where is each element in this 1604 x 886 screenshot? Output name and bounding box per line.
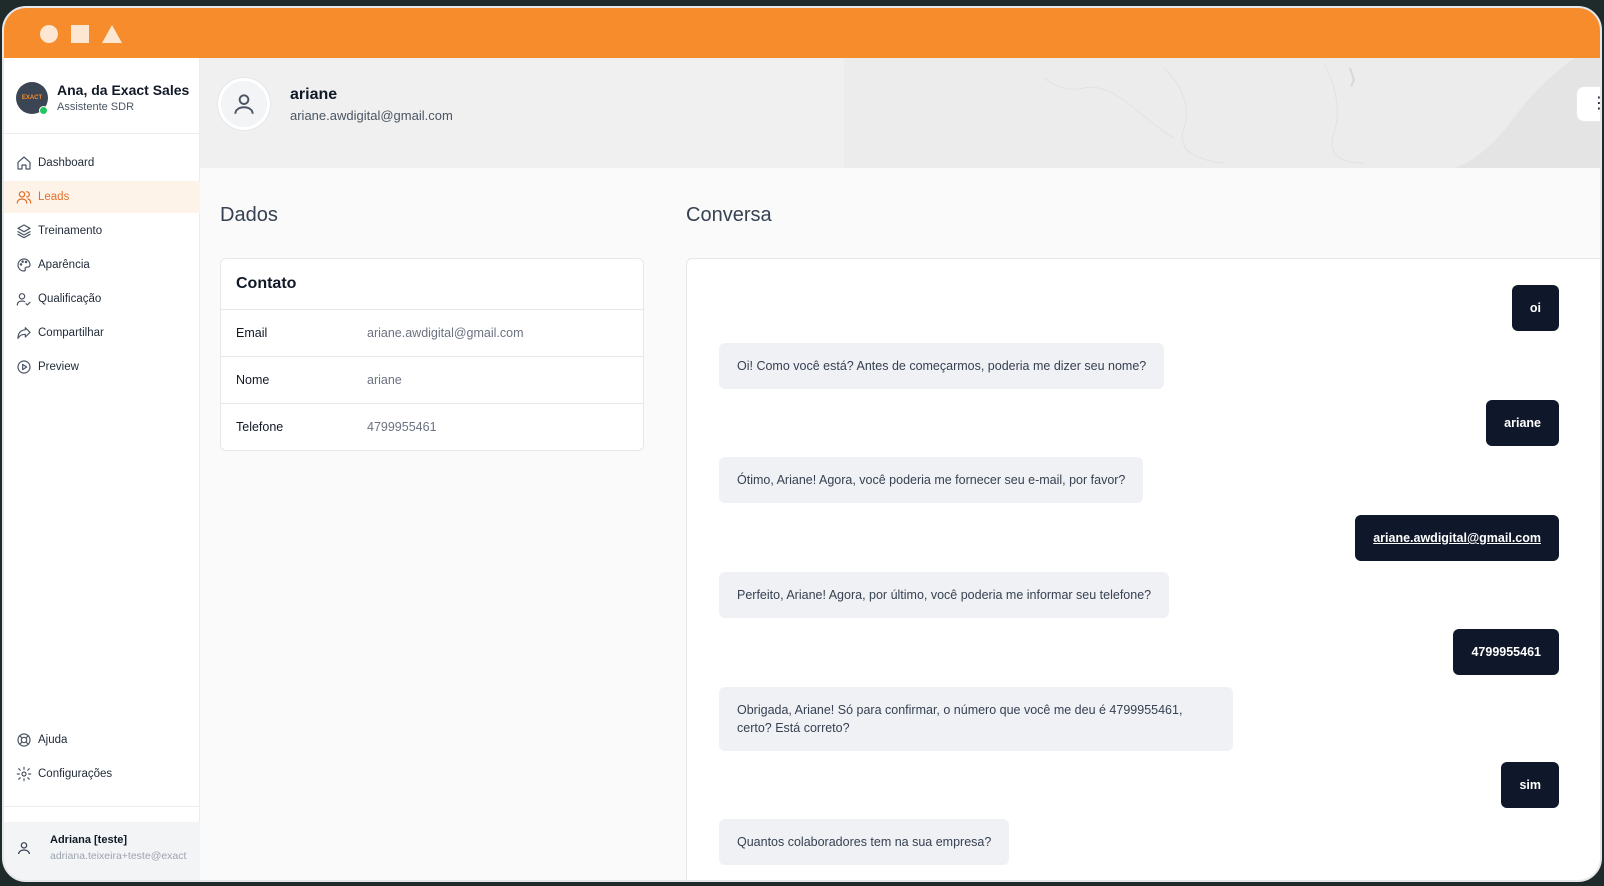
user-message-email-link[interactable]: ariane.awdigital@gmail.com <box>1355 515 1559 561</box>
app-window: EXACT Ana, da Exact Sales Assistente SDR… <box>2 6 1602 882</box>
contact-card: Contato Email ariane.awdigital@gmail.com… <box>220 258 644 451</box>
lead-avatar <box>218 78 270 130</box>
bot-message: Perfeito, Ariane! Agora, por último, voc… <box>719 572 1170 618</box>
user-message: sim <box>1501 762 1559 808</box>
sidebar-item-label: Qualificação <box>38 293 102 305</box>
sidebar-item-leads[interactable]: Leads <box>4 181 200 213</box>
contact-row-telefone: Telefone 4799955461 <box>221 403 643 450</box>
contact-row-nome: Nome ariane <box>221 356 643 403</box>
sidebar-item-label: Aparência <box>38 259 90 271</box>
contact-card-title: Contato <box>236 275 297 292</box>
divider <box>4 806 200 807</box>
field-value: ariane.awdigital@gmail.com <box>367 326 524 340</box>
sidebar-item-label: Dashboard <box>38 157 95 169</box>
home-icon <box>16 155 32 171</box>
layers-icon <box>16 223 32 239</box>
user-message: ariane <box>1486 400 1559 446</box>
user-message: oi <box>1511 285 1559 331</box>
palette-icon <box>16 257 32 273</box>
top-bar <box>4 8 1600 58</box>
sidebar-item-aparencia[interactable]: Aparência <box>4 249 200 281</box>
bot-message: Oi! Como você está? Antes de começarmos,… <box>719 343 1165 389</box>
user-message: 4799955461 <box>1453 629 1559 675</box>
users-icon <box>16 189 32 205</box>
lead-email: ariane.awdigital@gmail.com <box>290 108 453 123</box>
more-vertical-icon: ⋮ <box>1591 96 1600 112</box>
user-email: adriana.teixeira+teste@exact <box>50 850 187 862</box>
sidebar-item-compartilhar[interactable]: Compartilhar <box>4 317 200 349</box>
field-label: Email <box>236 326 268 340</box>
field-value: 4799955461 <box>367 420 437 434</box>
map-background <box>844 58 1600 168</box>
sidebar-item-label: Leads <box>38 191 70 203</box>
share-icon <box>16 325 32 341</box>
dados-title: Dados <box>220 204 278 226</box>
sidebar-item-preview[interactable]: Preview <box>4 351 200 383</box>
more-options-button[interactable]: ⋮ <box>1576 86 1600 122</box>
user-name: Adriana [teste] <box>50 834 128 846</box>
sidebar: EXACT Ana, da Exact Sales Assistente SDR… <box>4 58 200 880</box>
user-account[interactable]: Adriana [teste] adriana.teixeira+teste@e… <box>4 822 200 880</box>
square-shape-icon <box>71 25 89 43</box>
conversation-panel: oi Oi! Como você está? Antes de começarm… <box>686 258 1600 880</box>
bot-message: Quantos colaboradores tem na sua empresa… <box>719 819 1010 865</box>
user-check-icon <box>16 291 32 307</box>
bot-message: Obrigada, Ariane! Só para confirmar, o n… <box>719 687 1233 751</box>
lead-header: ariane ariane.awdigital@gmail.com ⋮ <box>200 58 1600 168</box>
circle-shape-icon <box>40 25 58 43</box>
logo-text: EXACT <box>21 95 43 101</box>
sidebar-item-label: Ajuda <box>38 734 68 746</box>
field-value: ariane <box>367 373 402 387</box>
bot-message: Ótimo, Ariane! Agora, você poderia me fo… <box>719 457 1144 503</box>
online-status-dot <box>39 106 48 115</box>
assistant-profile[interactable]: EXACT Ana, da Exact Sales Assistente SDR <box>16 80 200 120</box>
sidebar-item-treinamento[interactable]: Treinamento <box>4 215 200 247</box>
assistant-role: Assistente SDR <box>57 101 135 113</box>
assistant-name: Ana, da Exact Sales <box>57 82 190 98</box>
field-label: Telefone <box>236 420 284 434</box>
user-icon <box>16 840 32 856</box>
sidebar-item-label: Compartilhar <box>38 327 104 339</box>
field-label: Nome <box>236 373 270 387</box>
lead-name: ariane <box>290 86 338 103</box>
sidebar-item-configuracoes[interactable]: Configurações <box>4 758 200 790</box>
divider <box>4 133 200 134</box>
sidebar-item-label: Configurações <box>38 768 113 780</box>
lifebuoy-icon <box>16 732 32 748</box>
play-circle-icon <box>16 359 32 375</box>
sidebar-item-ajuda[interactable]: Ajuda <box>4 724 200 756</box>
contact-row-email: Email ariane.awdigital@gmail.com <box>221 309 643 356</box>
sidebar-item-qualificacao[interactable]: Qualificação <box>4 283 200 315</box>
sidebar-item-label: Treinamento <box>38 225 103 237</box>
user-icon <box>234 94 254 114</box>
conversa-title: Conversa <box>686 204 772 226</box>
sidebar-item-dashboard[interactable]: Dashboard <box>4 147 200 179</box>
gear-icon <box>16 766 32 782</box>
sidebar-item-label: Preview <box>38 361 79 373</box>
triangle-shape-icon <box>102 25 122 43</box>
